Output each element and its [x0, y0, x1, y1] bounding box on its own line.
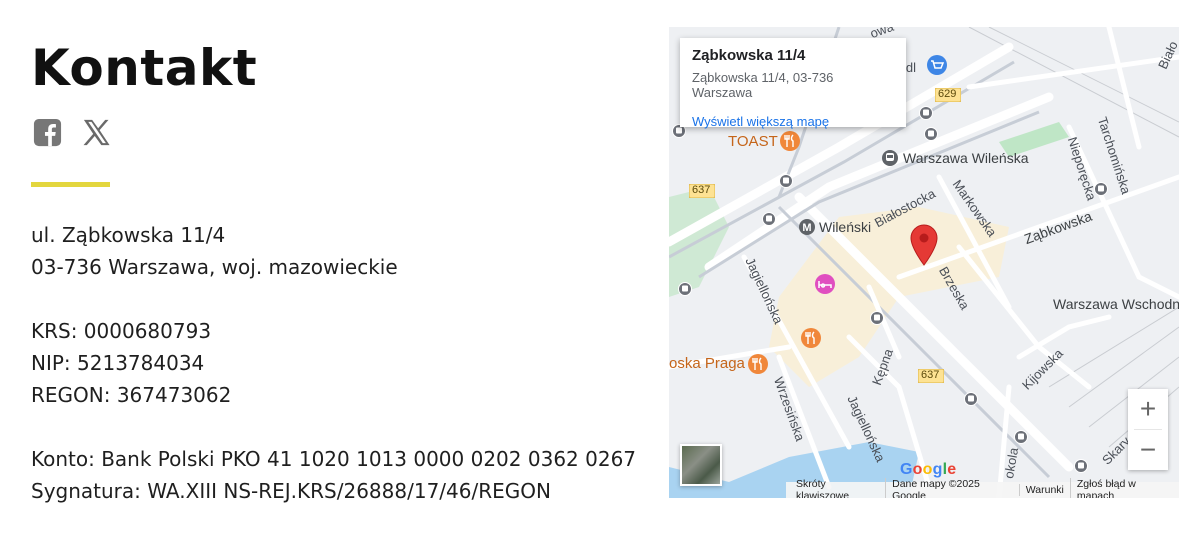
- facebook-icon[interactable]: [32, 117, 63, 148]
- address-city: 03-736 Warszawa, woj. mazowieckie: [31, 255, 398, 279]
- location-pin-icon[interactable]: [909, 224, 939, 266]
- road-637b-label: 637: [921, 369, 940, 381]
- accent-divider: [31, 182, 110, 187]
- regon-number: REGON: 367473062: [31, 383, 232, 407]
- restaurant-icon[interactable]: [779, 130, 801, 152]
- praga-label: oska Praga: [669, 355, 745, 372]
- shopping-cart-icon[interactable]: [926, 54, 948, 76]
- info-window-address: Ząbkowska 11/4, 03-736 Warszawa: [692, 70, 834, 100]
- tram-stop-icon[interactable]: [678, 282, 692, 296]
- zoom-out-button[interactable]: −: [1128, 430, 1168, 470]
- nip-number: NIP: 5213784034: [31, 351, 205, 375]
- zoom-in-button[interactable]: +: [1128, 389, 1168, 429]
- svg-text:M: M: [802, 222, 811, 234]
- terms-link[interactable]: Warunki: [1018, 484, 1070, 496]
- tram-stop-icon[interactable]: [870, 311, 884, 325]
- metro-icon[interactable]: M: [798, 218, 816, 236]
- page-title: Kontakt: [31, 39, 258, 97]
- bank-account: Konto: Bank Polski PKO 41 1020 1013 0000…: [31, 447, 637, 471]
- wschodnia-label: Warszawa Wschodnia: [1053, 296, 1179, 312]
- report-error-link[interactable]: Zgłoś błąd w mapach: [1069, 478, 1179, 498]
- map-footer: Skróty klawiszowe Dane mapy ©2025 Google…: [786, 478, 1179, 498]
- wilenski-metro-label: Wileński: [819, 219, 872, 235]
- map-data-attribution: Dane mapy ©2025 Google: [885, 478, 1019, 498]
- toast-label: TOAST: [728, 133, 778, 150]
- zoom-controls: + −: [1128, 389, 1168, 470]
- tram-stop-icon[interactable]: [779, 174, 793, 188]
- road-637a-label: 637: [692, 184, 711, 196]
- restaurant-icon[interactable]: [800, 327, 822, 349]
- road-629-label: 629: [938, 88, 957, 100]
- krs-number: KRS: 0000680793: [31, 319, 212, 343]
- satellite-toggle[interactable]: [680, 444, 722, 486]
- tram-stop-icon[interactable]: [919, 106, 933, 120]
- keyboard-shortcuts-link[interactable]: Skróty klawiszowe: [790, 478, 885, 498]
- google-map[interactable]: 629 637 637 M Warszawa Wileńska Wileński…: [669, 27, 1179, 498]
- x-icon[interactable]: [81, 117, 112, 148]
- contact-info: ul. Ząbkowska 11/4 03-736 Warszawa, woj.…: [31, 219, 636, 507]
- tram-stop-icon[interactable]: [964, 392, 978, 406]
- tram-stop-icon[interactable]: [924, 127, 938, 141]
- wilenska-station-label: Warszawa Wileńska: [903, 150, 1029, 166]
- info-window-title: Ząbkowska 11/4: [692, 47, 806, 64]
- address-street: ul. Ząbkowska 11/4: [31, 223, 226, 247]
- restaurant-icon[interactable]: [747, 353, 769, 375]
- hotel-icon[interactable]: [814, 273, 836, 295]
- court-signature: Sygnatura: WA.XIII NS-REJ.KRS/26888/17/4…: [31, 479, 551, 503]
- google-logo: Google: [900, 461, 957, 478]
- train-station-icon[interactable]: [881, 149, 899, 167]
- map-info-window: Ząbkowska 11/4 Ząbkowska 11/4, 03-736 Wa…: [680, 38, 906, 129]
- social-links: [32, 117, 112, 148]
- tram-stop-icon[interactable]: [1014, 430, 1028, 444]
- tram-stop-icon[interactable]: [762, 212, 776, 226]
- view-larger-map-link[interactable]: Wyświetl większą mapę: [692, 114, 894, 129]
- tram-stop-icon[interactable]: [1074, 459, 1088, 473]
